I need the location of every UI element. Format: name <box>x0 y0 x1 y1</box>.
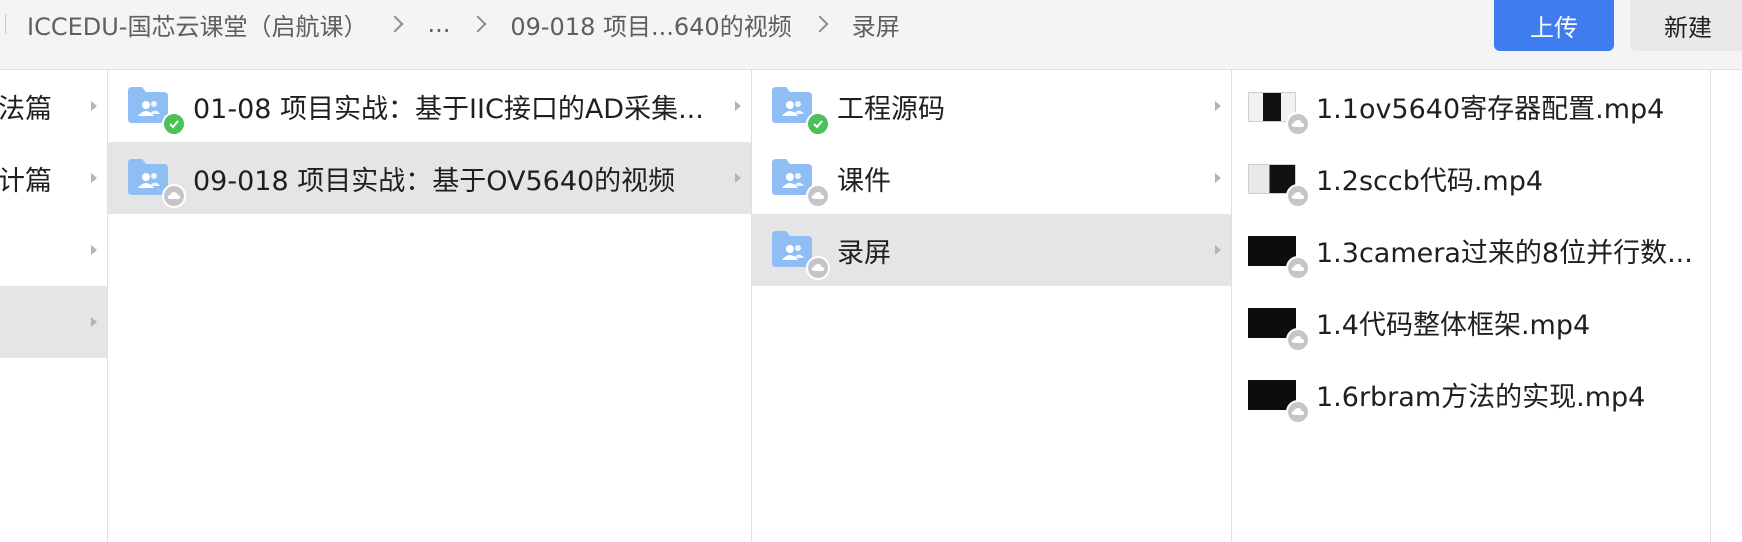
cloud-badge-icon <box>806 256 830 280</box>
file-item[interactable]: 1.2sccb代码.mp4 <box>1232 142 1710 214</box>
breadcrumb-item-root[interactable]: ICCEDU-国芯云课堂（启航课） <box>27 7 367 42</box>
chevron-right-icon <box>386 15 404 33</box>
file-item[interactable]: 1.1ov5640寄存器配置.mp4 <box>1232 70 1710 142</box>
chevron-right-icon <box>811 15 829 33</box>
expand-arrow-icon <box>91 173 97 183</box>
expand-arrow-icon <box>735 173 741 183</box>
folder-item[interactable]: 01-08 项目实战：基于IIC接口的AD采集... <box>108 70 751 142</box>
file-item[interactable]: 1.4代码整体框架.mp4 <box>1232 286 1710 358</box>
breadcrumb-item-project[interactable]: 09-018 项目...640的视频 <box>510 7 791 42</box>
breadcrumb: ICCEDU-国芯云课堂（启航课） ... 09-018 项目...640的视频… <box>27 7 900 42</box>
file-label: 1.2sccb代码.mp4 <box>1316 165 1544 197</box>
file-label: 1.6rbram方法的实现.mp4 <box>1316 381 1646 413</box>
file-label: 1.1ov5640寄存器配置.mp4 <box>1316 93 1665 125</box>
breadcrumb-item-ellipsis[interactable]: ... <box>427 10 450 38</box>
folder-item[interactable]: 课件 <box>752 142 1231 214</box>
cloud-badge-icon <box>1286 400 1310 424</box>
file-item[interactable]: 1.6rbram方法的实现.mp4 <box>1232 358 1710 430</box>
folder-label: 课件 <box>837 165 891 197</box>
cloud-badge-icon <box>1286 112 1310 136</box>
expand-arrow-icon <box>1215 245 1221 255</box>
list-item[interactable]: 法篇 <box>0 70 107 142</box>
cloud-badge-icon <box>806 184 830 208</box>
column-1: 法篇 计篇 <box>0 70 108 542</box>
expand-arrow-icon <box>91 317 97 327</box>
file-label: 1.4代码整体框架.mp4 <box>1316 309 1591 341</box>
item-label: 计篇 <box>0 165 52 197</box>
list-item[interactable]: 计篇 <box>0 142 107 214</box>
file-label: 1.3camera过来的8位并行数... <box>1316 237 1693 269</box>
chevron-right-icon <box>469 15 487 33</box>
upload-button[interactable]: 上传 <box>1494 0 1614 51</box>
expand-arrow-icon <box>1215 101 1221 111</box>
folder-label: 录屏 <box>837 237 891 269</box>
cloud-badge-icon <box>1286 328 1310 352</box>
expand-arrow-icon <box>735 101 741 111</box>
folder-item[interactable]: 工程源码 <box>752 70 1231 142</box>
check-badge-icon <box>162 112 186 136</box>
check-badge-icon <box>806 112 830 136</box>
new-button[interactable]: 新建 <box>1630 0 1742 51</box>
breadcrumb-item-current[interactable]: 录屏 <box>852 7 900 42</box>
item-label: 法篇 <box>0 93 52 125</box>
list-item-selected[interactable] <box>0 286 107 358</box>
expand-arrow-icon <box>1215 173 1221 183</box>
column-2: 01-08 项目实战：基于IIC接口的AD采集... 09-018 项目实战：基… <box>108 70 752 542</box>
cloud-badge-icon <box>1286 256 1310 280</box>
expand-arrow-icon <box>91 101 97 111</box>
divider <box>5 14 6 34</box>
folder-item-selected[interactable]: 录屏 <box>752 214 1231 286</box>
expand-arrow-icon <box>91 245 97 255</box>
cloud-badge-icon <box>1286 184 1310 208</box>
column-4: 1.1ov5640寄存器配置.mp4 1.2sccb代码.mp4 1.3came… <box>1232 70 1711 542</box>
folder-label: 工程源码 <box>837 93 945 125</box>
folder-label: 01-08 项目实战：基于IIC接口的AD采集... <box>193 93 704 125</box>
column-3: 工程源码 课件 录屏 <box>752 70 1232 542</box>
list-item[interactable] <box>0 214 107 286</box>
folder-label: 09-018 项目实战：基于OV5640的视频 <box>193 165 676 197</box>
cloud-badge-icon <box>162 184 186 208</box>
folder-item-selected[interactable]: 09-018 项目实战：基于OV5640的视频 <box>108 142 751 214</box>
top-bar: ICCEDU-国芯云课堂（启航课） ... 09-018 项目...640的视频… <box>0 0 1742 70</box>
file-item[interactable]: 1.3camera过来的8位并行数... <box>1232 214 1710 286</box>
